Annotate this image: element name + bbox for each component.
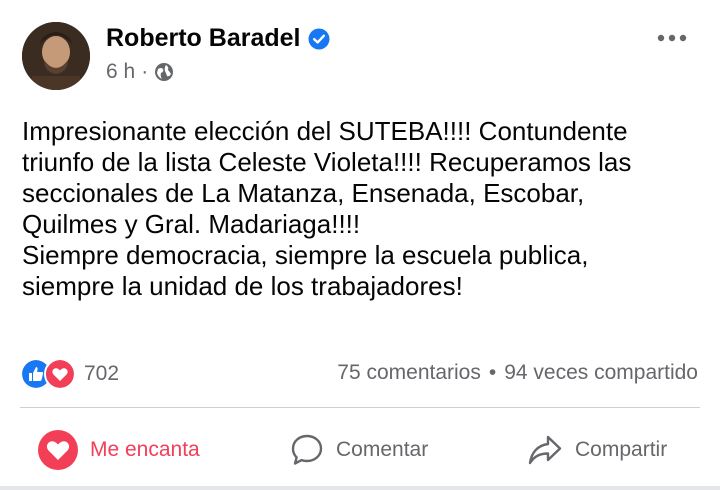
divider — [20, 407, 700, 408]
profile-photo — [22, 22, 90, 90]
react-button[interactable]: Me encanta — [38, 428, 200, 472]
facebook-post: Roberto Baradel 6 h · Impresionante elec… — [0, 0, 720, 490]
share-button[interactable]: Compartir — [527, 428, 667, 472]
comment-icon — [291, 434, 323, 465]
share-icon — [528, 435, 562, 465]
author-name[interactable]: Roberto Baradel — [106, 24, 300, 53]
reaction-count: 702 — [84, 362, 120, 385]
stats-separator: • — [488, 361, 497, 384]
bottom-separator — [0, 486, 720, 490]
more-options-icon[interactable] — [652, 28, 692, 48]
share-count[interactable]: 94 veces compartido — [504, 361, 698, 385]
globe-icon[interactable] — [154, 62, 174, 82]
reaction-summary[interactable]: 702 — [20, 358, 119, 390]
heart-icon — [38, 430, 78, 470]
verified-badge-icon — [308, 28, 330, 49]
comment-count[interactable]: 75 comentarios — [337, 361, 481, 385]
meta-separator: · — [141, 60, 149, 83]
avatar[interactable] — [22, 22, 90, 90]
post-text: Impresionante elección del SUTEBA!!!! Co… — [22, 116, 632, 301]
post-time[interactable]: 6 h — [106, 60, 135, 84]
comment-label: Comentar — [336, 438, 429, 461]
post-meta: 6 h · — [106, 60, 174, 84]
react-label: Me encanta — [90, 438, 200, 461]
share-label: Compartir — [575, 438, 668, 461]
love-icon — [44, 358, 76, 390]
engagement-stats: 75 comentarios • 94 veces compartido — [337, 361, 698, 385]
comment-button[interactable]: Comentar — [290, 428, 428, 472]
author-row: Roberto Baradel — [106, 24, 330, 53]
